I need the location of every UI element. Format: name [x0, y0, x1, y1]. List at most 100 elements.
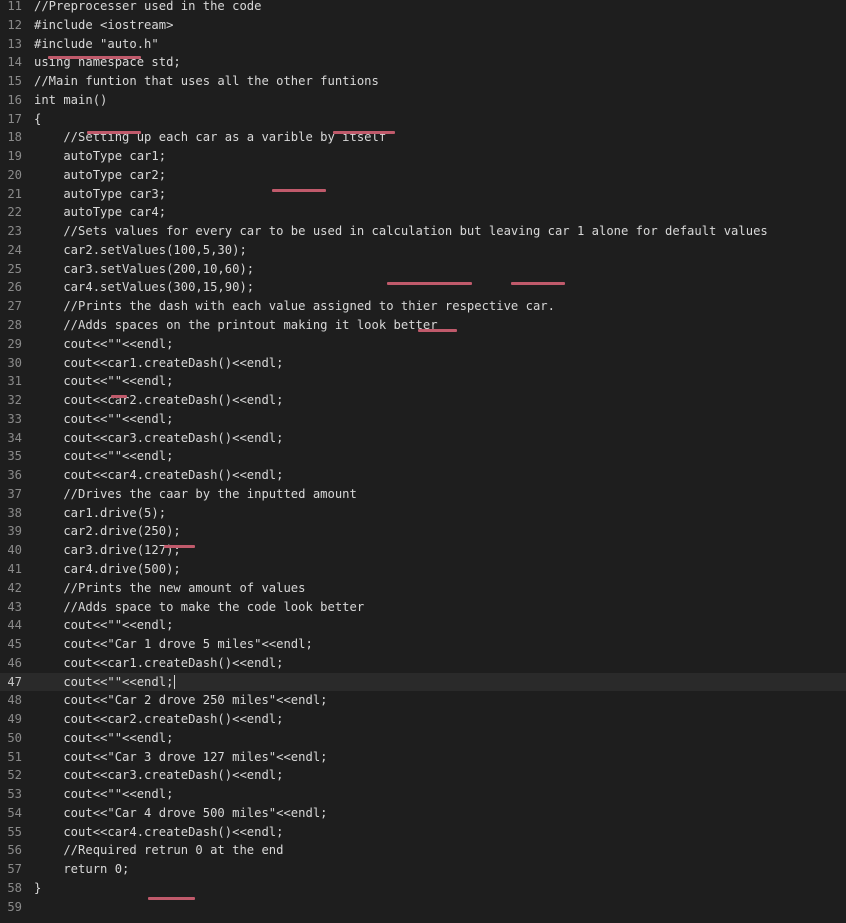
code-line[interactable]: 55 cout<<car4.createDash()<<endl;: [0, 823, 846, 842]
code-line[interactable]: 33 cout<<""<<endl;: [0, 410, 846, 429]
line-text[interactable]: car4.setValues(300,15,90);: [34, 278, 254, 297]
line-text[interactable]: car1.drive(5);: [34, 504, 166, 523]
error-squiggle: [511, 282, 565, 285]
line-text[interactable]: //Adds spaces on the printout making it …: [34, 316, 437, 335]
code-line[interactable]: 15 //Main funtion that uses all the other…: [0, 72, 846, 91]
line-text[interactable]: autoType car3;: [34, 185, 166, 204]
code-line[interactable]: 53 cout<<""<<endl;: [0, 785, 846, 804]
line-text[interactable]: cout<<""<<endl;: [34, 673, 176, 692]
code-line[interactable]: 19 autoType car1;: [0, 147, 846, 166]
code-line[interactable]: 35 cout<<""<<endl;: [0, 447, 846, 466]
line-text[interactable]: //Adds space to make the code look bette…: [34, 598, 364, 617]
code-line[interactable]: 42 //Prints the new amount of values: [0, 579, 846, 598]
line-text[interactable]: cout<<car2.createDash()<<endl;: [34, 710, 283, 729]
line-text[interactable]: car2.setValues(100,5,30);: [34, 241, 246, 260]
code-line[interactable]: 43 //Adds space to make the code look be…: [0, 598, 846, 617]
line-text[interactable]: cout<<""<<endl;: [34, 372, 173, 391]
code-line[interactable]: 48 cout<<"Car 2 drove 250 miles"<<endl;: [0, 691, 846, 710]
line-text[interactable]: //Sets values for every car to be used i…: [34, 222, 767, 241]
code-line[interactable]: 12 #include <iostream>: [0, 16, 846, 35]
code-line[interactable]: 46 cout<<car1.createDash()<<endl;: [0, 654, 846, 673]
code-line[interactable]: 22 autoType car4;: [0, 203, 846, 222]
code-line[interactable]: 56 //Required retrun 0 at the end: [0, 841, 846, 860]
code-line[interactable]: 16 int main(): [0, 91, 846, 110]
line-number: 54: [7, 805, 22, 820]
line-text[interactable]: //Drives the caar by the inputted amount: [34, 485, 357, 504]
line-text[interactable]: #include "auto.h": [34, 35, 159, 54]
code-line[interactable]: 34 cout<<car3.createDash()<<endl;: [0, 429, 846, 448]
line-text[interactable]: car3.drive(127);: [34, 541, 180, 560]
line-text[interactable]: cout<<car1.createDash()<<endl;: [34, 354, 283, 373]
code-line[interactable]: 44 cout<<""<<endl;: [0, 616, 846, 635]
line-text[interactable]: //Prints the new amount of values: [34, 579, 305, 598]
code-line[interactable]: 30 cout<<car1.createDash()<<endl;: [0, 354, 846, 373]
code-line[interactable]: 41 car4.drive(500);: [0, 560, 846, 579]
code-line[interactable]: 40 car3.drive(127);: [0, 541, 846, 560]
line-text[interactable]: //Prints the dash with each value assign…: [34, 297, 555, 316]
line-text[interactable]: autoType car2;: [34, 166, 166, 185]
line-text[interactable]: //Required retrun 0 at the end: [34, 841, 283, 860]
line-number: 29: [7, 336, 22, 351]
code-line[interactable]: 11 //Preprocesser used in the code: [0, 0, 846, 16]
line-text[interactable]: }: [34, 879, 41, 898]
line-text[interactable]: cout<<car3.createDash()<<endl;: [34, 429, 283, 448]
code-line[interactable]: 58}: [0, 879, 846, 898]
code-line[interactable]: 49 cout<<car2.createDash()<<endl;: [0, 710, 846, 729]
code-editor[interactable]: 11 //Preprocesser used in the code 12 #incl…: [0, 0, 846, 923]
code-line[interactable]: 21 autoType car3;: [0, 185, 846, 204]
line-text[interactable]: //Preprocesser used in the code: [34, 0, 261, 16]
code-line[interactable]: 24 car2.setValues(100,5,30);: [0, 241, 846, 260]
error-squiggle: [387, 282, 472, 285]
code-line[interactable]: 32 cout<<car2.createDash()<<endl;: [0, 391, 846, 410]
code-line[interactable]: 45 cout<<"Car 1 drove 5 miles"<<endl;: [0, 635, 846, 654]
line-text[interactable]: autoType car1;: [34, 147, 166, 166]
line-text[interactable]: cout<<""<<endl;: [34, 335, 173, 354]
line-number: 12: [7, 17, 22, 32]
line-number: 16: [7, 92, 22, 107]
line-text[interactable]: cout<<car1.createDash()<<endl;: [34, 654, 283, 673]
line-text[interactable]: int main(): [34, 91, 107, 110]
line-text[interactable]: cout<<car2.createDash()<<endl;: [34, 391, 283, 410]
code-line[interactable]: 52 cout<<car3.createDash()<<endl;: [0, 766, 846, 785]
line-text[interactable]: {: [34, 110, 41, 129]
line-text[interactable]: cout<<"Car 4 drove 500 miles"<<endl;: [34, 804, 327, 823]
code-line[interactable]: 29 cout<<""<<endl;: [0, 335, 846, 354]
line-text[interactable]: car4.drive(500);: [34, 560, 180, 579]
line-text[interactable]: cout<<""<<endl;: [34, 616, 173, 635]
code-line[interactable]: 13 #include "auto.h": [0, 35, 846, 54]
code-line[interactable]: 47 cout<<""<<endl;: [0, 672, 846, 692]
code-line[interactable]: 36 cout<<car4.createDash()<<endl;: [0, 466, 846, 485]
code-line[interactable]: 27 //Prints the dash with each value ass…: [0, 297, 846, 316]
line-text[interactable]: autoType car4;: [34, 203, 166, 222]
code-line[interactable]: 23 //Sets values for every car to be use…: [0, 222, 846, 241]
code-line[interactable]: 31 cout<<""<<endl;: [0, 372, 846, 391]
line-number: 19: [7, 149, 22, 164]
code-line[interactable]: 39 car2.drive(250);: [0, 522, 846, 541]
code-line[interactable]: 51 cout<<"Car 3 drove 127 miles"<<endl;: [0, 748, 846, 767]
code-line[interactable]: 37 //Drives the caar by the inputted amo…: [0, 485, 846, 504]
code-line[interactable]: 54 cout<<"Car 4 drove 500 miles"<<endl;: [0, 804, 846, 823]
line-text[interactable]: cout<<car4.createDash()<<endl;: [34, 466, 283, 485]
line-text[interactable]: cout<<""<<endl;: [34, 729, 173, 748]
code-line[interactable]: 59: [0, 898, 846, 917]
line-text[interactable]: car2.drive(250);: [34, 522, 180, 541]
line-text[interactable]: cout<<car3.createDash()<<endl;: [34, 766, 283, 785]
line-text[interactable]: //Main funtion that uses all the other f…: [34, 72, 379, 91]
line-text[interactable]: cout<<"Car 2 drove 250 miles"<<endl;: [34, 691, 327, 710]
code-line[interactable]: 20 autoType car2;: [0, 166, 846, 185]
code-line[interactable]: 17 {: [0, 110, 846, 129]
code-line[interactable]: 57 return 0;: [0, 860, 846, 879]
line-text[interactable]: #include <iostream>: [34, 16, 173, 35]
line-text[interactable]: cout<<"Car 3 drove 127 miles"<<endl;: [34, 748, 327, 767]
line-text[interactable]: cout<<""<<endl;: [34, 447, 173, 466]
line-text[interactable]: cout<<""<<endl;: [34, 785, 173, 804]
line-text[interactable]: cout<<"Car 1 drove 5 miles"<<endl;: [34, 635, 312, 654]
line-text[interactable]: cout<<""<<endl;: [34, 410, 173, 429]
code-line[interactable]: 50 cout<<""<<endl;: [0, 729, 846, 748]
line-text[interactable]: return 0;: [34, 860, 129, 879]
line-text[interactable]: car3.setValues(200,10,60);: [34, 260, 254, 279]
code-line[interactable]: 25 car3.setValues(200,10,60);: [0, 260, 846, 279]
code-line[interactable]: 38 car1.drive(5);: [0, 504, 846, 523]
line-text[interactable]: cout<<car4.createDash()<<endl;: [34, 823, 283, 842]
line-number: 35: [7, 449, 22, 464]
